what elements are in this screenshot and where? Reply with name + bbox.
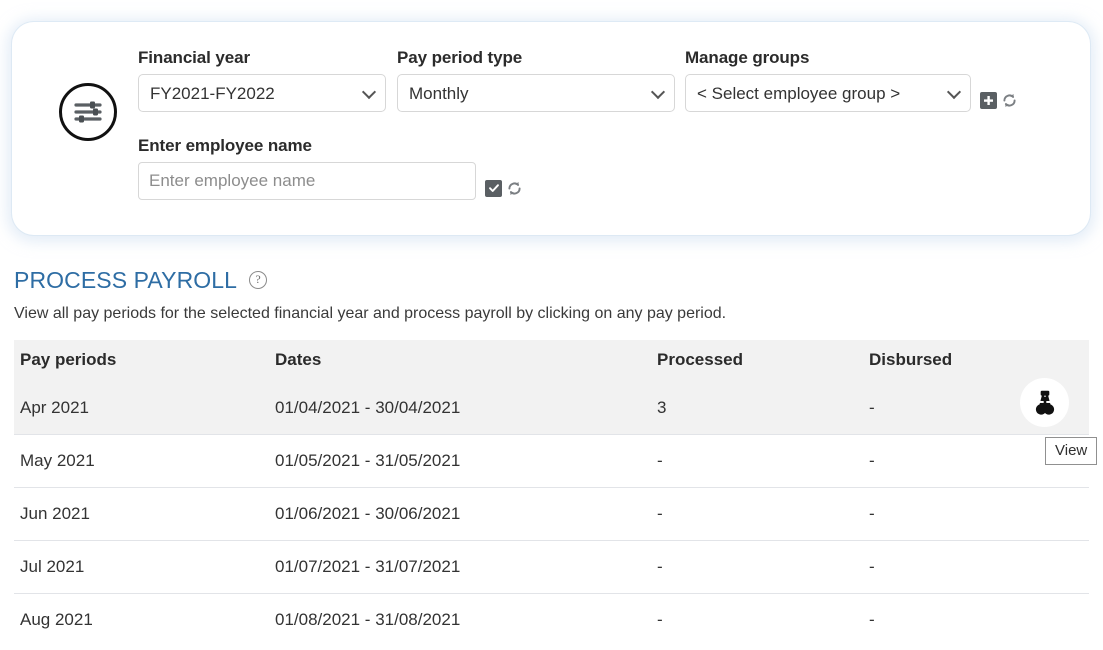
manage-groups-actions bbox=[980, 91, 1018, 109]
table-row[interactable]: May 2021 01/05/2021 - 31/05/2021 - - bbox=[14, 434, 1089, 488]
cell-actions bbox=[1033, 540, 1089, 594]
page-root: Financial year FY2021-FY2022 Pay period … bbox=[0, 0, 1103, 650]
pay-periods-table: Pay periods Dates Processed Disbursed Ap… bbox=[14, 340, 1089, 646]
cell-processed: - bbox=[651, 487, 863, 541]
binoculars-icon[interactable] bbox=[1020, 378, 1069, 427]
employee-name-input[interactable] bbox=[138, 162, 476, 200]
column-header-disbursed: Disbursed bbox=[863, 340, 1033, 382]
cell-pay-period: Jul 2021 bbox=[14, 540, 269, 594]
cell-processed: - bbox=[651, 593, 863, 646]
employee-name-label: Enter employee name bbox=[138, 136, 312, 155]
column-header-pay-periods: Pay periods bbox=[14, 340, 269, 382]
financial-year-label: Financial year bbox=[138, 48, 250, 67]
refresh-groups-button[interactable] bbox=[1000, 91, 1018, 109]
cell-pay-period: May 2021 bbox=[14, 434, 269, 488]
manage-groups-select-wrap: < Select employee group > bbox=[685, 74, 971, 112]
column-header-processed: Processed bbox=[651, 340, 863, 382]
cell-dates: 01/08/2021 - 31/08/2021 bbox=[269, 593, 651, 646]
pay-period-type-select[interactable]: Monthly bbox=[397, 74, 675, 112]
cell-disbursed: - bbox=[863, 540, 1033, 594]
section-description: View all pay periods for the selected fi… bbox=[14, 305, 727, 322]
table-row[interactable]: Aug 2021 01/08/2021 - 31/08/2021 - - bbox=[14, 593, 1089, 646]
financial-year-select[interactable]: FY2021-FY2022 bbox=[138, 74, 386, 112]
employee-name-group: Enter employee name bbox=[138, 136, 476, 200]
view-tooltip: View bbox=[1045, 437, 1098, 465]
cell-dates: 01/07/2021 - 31/07/2021 bbox=[269, 540, 651, 594]
cell-pay-period: Aug 2021 bbox=[14, 593, 269, 646]
manage-groups-group: Manage groups < Select employee group > bbox=[685, 48, 971, 112]
pay-period-type-group: Pay period type Monthly bbox=[397, 48, 675, 112]
checkbox-checked-icon[interactable] bbox=[485, 179, 502, 197]
table-row[interactable]: Jun 2021 01/06/2021 - 30/06/2021 - - bbox=[14, 487, 1089, 541]
cell-pay-period: Jun 2021 bbox=[14, 487, 269, 541]
manage-groups-select[interactable]: < Select employee group > bbox=[685, 74, 971, 112]
refresh-employee-button[interactable] bbox=[505, 179, 523, 197]
add-group-button[interactable] bbox=[980, 91, 997, 109]
financial-year-group: Financial year FY2021-FY2022 bbox=[138, 48, 386, 112]
filter-panel: Financial year FY2021-FY2022 Pay period … bbox=[12, 22, 1090, 235]
table-row[interactable]: Apr 2021 01/04/2021 - 30/04/2021 3 - bbox=[14, 382, 1089, 435]
cell-actions bbox=[1033, 593, 1089, 646]
cell-dates: 01/04/2021 - 30/04/2021 bbox=[269, 382, 651, 435]
cell-disbursed: - bbox=[863, 487, 1033, 541]
page-title: PROCESS PAYROLL bbox=[14, 267, 238, 293]
cell-processed: - bbox=[651, 434, 863, 488]
sliders-icon[interactable] bbox=[59, 83, 117, 141]
cell-disbursed: - bbox=[863, 593, 1033, 646]
cell-processed: - bbox=[651, 540, 863, 594]
cell-processed: 3 bbox=[651, 382, 863, 435]
cell-dates: 01/05/2021 - 31/05/2021 bbox=[269, 434, 651, 488]
employee-name-actions bbox=[485, 179, 523, 197]
cell-pay-period: Apr 2021 bbox=[14, 382, 269, 435]
cell-disbursed: - bbox=[863, 382, 1033, 435]
pay-period-type-label: Pay period type bbox=[397, 48, 523, 67]
cell-actions bbox=[1033, 487, 1089, 541]
column-header-actions bbox=[1033, 340, 1089, 382]
question-mark-icon[interactable]: ? bbox=[249, 271, 268, 289]
table-header-row: Pay periods Dates Processed Disbursed bbox=[14, 340, 1089, 382]
pay-period-type-select-wrap: Monthly bbox=[397, 74, 675, 112]
cell-dates: 01/06/2021 - 30/06/2021 bbox=[269, 487, 651, 541]
table-body: Apr 2021 01/04/2021 - 30/04/2021 3 - May… bbox=[14, 382, 1089, 646]
cell-disbursed: - bbox=[863, 434, 1033, 488]
financial-year-select-wrap: FY2021-FY2022 bbox=[138, 74, 386, 112]
column-header-dates: Dates bbox=[269, 340, 651, 382]
table-header: Pay periods Dates Processed Disbursed bbox=[14, 340, 1089, 382]
section-header: PROCESS PAYROLL ? bbox=[14, 266, 268, 294]
table-row[interactable]: Jul 2021 01/07/2021 - 31/07/2021 - - bbox=[14, 540, 1089, 594]
manage-groups-label: Manage groups bbox=[685, 48, 810, 67]
